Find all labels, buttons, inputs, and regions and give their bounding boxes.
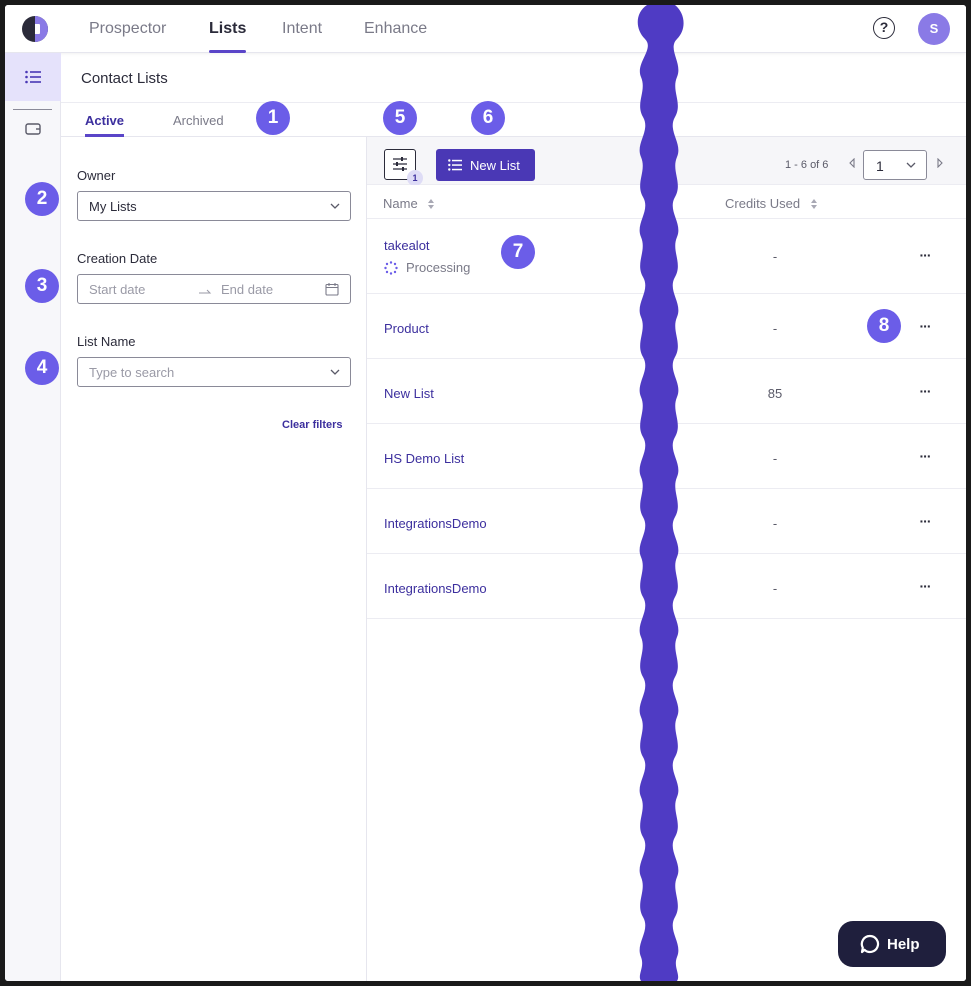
credits-value: - bbox=[772, 581, 778, 596]
tab-archived[interactable]: Archived bbox=[173, 113, 224, 137]
active-filter-count-badge: 1 bbox=[407, 170, 423, 186]
nav-tab-lists[interactable]: Lists bbox=[209, 20, 247, 53]
chat-bubble-icon bbox=[860, 934, 880, 954]
list-icon bbox=[25, 70, 41, 84]
credits-value: 85 bbox=[767, 386, 783, 401]
sliders-icon bbox=[393, 157, 407, 171]
clear-filters-link[interactable]: Clear filters bbox=[282, 419, 343, 431]
help-chat-button[interactable]: Help bbox=[838, 921, 946, 967]
nav-tab-prospector[interactable]: Prospector bbox=[89, 20, 166, 53]
more-options-icon[interactable]: ··· bbox=[915, 448, 935, 464]
list-name-input[interactable]: Type to search bbox=[89, 365, 174, 380]
creation-date-label: Creation Date bbox=[77, 251, 158, 266]
help-question-icon[interactable]: ? bbox=[873, 17, 895, 39]
list-status-tabs: Active Archived bbox=[61, 103, 966, 137]
list-name-link[interactable]: IntegrationsDemo bbox=[384, 516, 487, 531]
annotation-marker-1: 1 bbox=[256, 101, 290, 135]
calendar-icon bbox=[325, 283, 339, 296]
wavy-divider-graphic bbox=[637, 5, 684, 981]
tab-active[interactable]: Active bbox=[85, 113, 125, 137]
credits-value: - bbox=[772, 249, 778, 264]
credits-value: - bbox=[772, 451, 778, 466]
annotation-marker-5: 5 bbox=[383, 101, 417, 135]
page-select-value: 1 bbox=[876, 158, 884, 174]
processing-status: Processing bbox=[384, 260, 470, 275]
list-name-link[interactable]: Product bbox=[384, 321, 429, 336]
list-icon bbox=[448, 159, 462, 171]
column-name-label: Name bbox=[383, 196, 418, 211]
chevron-down-icon bbox=[330, 369, 340, 375]
sort-icon bbox=[810, 199, 817, 209]
rail-item-lists[interactable] bbox=[5, 53, 61, 101]
app-window: Prospector Lists Intent Enhance ? S Cont… bbox=[5, 5, 966, 981]
user-avatar[interactable]: S bbox=[918, 13, 950, 45]
spinner-icon bbox=[384, 261, 398, 275]
more-options-icon[interactable]: ··· bbox=[915, 318, 935, 334]
annotation-marker-7: 7 bbox=[501, 235, 535, 269]
list-name-link[interactable]: takealot bbox=[384, 238, 430, 253]
status-label: Processing bbox=[406, 260, 471, 275]
rail-item-wallet[interactable] bbox=[5, 110, 61, 146]
nav-tab-enhance[interactable]: Enhance bbox=[364, 20, 427, 53]
new-list-button[interactable]: New List bbox=[436, 149, 535, 181]
chevron-down-icon bbox=[906, 162, 916, 168]
list-name-link[interactable]: HS Demo List bbox=[384, 451, 464, 466]
more-options-icon[interactable]: ··· bbox=[915, 513, 935, 529]
filter-panel: Owner My Lists Creation Date Start date … bbox=[61, 137, 367, 981]
annotation-marker-3: 3 bbox=[25, 269, 59, 303]
next-page-icon[interactable] bbox=[936, 158, 944, 168]
top-nav: Prospector Lists Intent Enhance ? S bbox=[5, 5, 966, 53]
annotation-marker-6: 6 bbox=[471, 101, 505, 135]
date-range-picker[interactable]: Start date End date bbox=[77, 274, 351, 304]
chevron-down-icon bbox=[330, 203, 340, 209]
annotation-marker-4: 4 bbox=[25, 351, 59, 385]
page-header: Contact Lists bbox=[61, 53, 966, 103]
more-options-icon[interactable]: ··· bbox=[915, 383, 935, 399]
page-select[interactable]: 1 bbox=[863, 150, 927, 180]
list-name-link[interactable]: IntegrationsDemo bbox=[384, 581, 487, 596]
new-list-label: New List bbox=[470, 158, 520, 173]
list-name-link[interactable]: New List bbox=[384, 386, 434, 401]
credits-value: - bbox=[772, 516, 778, 531]
owner-select[interactable]: My Lists bbox=[77, 191, 351, 221]
wallet-icon bbox=[25, 122, 41, 135]
annotation-marker-8: 8 bbox=[867, 309, 901, 343]
credits-value: - bbox=[772, 321, 778, 336]
page-title: Contact Lists bbox=[81, 70, 168, 87]
start-date-input[interactable]: Start date bbox=[89, 282, 145, 297]
column-header-name[interactable]: Name bbox=[383, 196, 435, 211]
nav-tab-intent[interactable]: Intent bbox=[282, 20, 322, 53]
owner-label: Owner bbox=[77, 168, 116, 183]
help-label: Help bbox=[887, 936, 920, 953]
list-name-label: List Name bbox=[77, 334, 136, 349]
column-header-credits[interactable]: Credits Used bbox=[725, 196, 818, 211]
arrow-right-icon bbox=[199, 289, 212, 294]
more-options-icon[interactable]: ··· bbox=[915, 578, 935, 594]
list-name-search[interactable]: Type to search bbox=[77, 357, 351, 387]
owner-value: My Lists bbox=[89, 199, 137, 214]
sort-icon bbox=[428, 199, 435, 209]
end-date-input[interactable]: End date bbox=[221, 282, 273, 297]
app-logo-icon[interactable] bbox=[21, 15, 49, 43]
more-options-icon[interactable]: ··· bbox=[915, 247, 935, 263]
column-credits-label: Credits Used bbox=[725, 196, 801, 211]
annotation-marker-2: 2 bbox=[25, 182, 59, 216]
pagination-info: 1 - 6 of 6 bbox=[785, 159, 829, 171]
prev-page-icon[interactable] bbox=[848, 158, 856, 168]
